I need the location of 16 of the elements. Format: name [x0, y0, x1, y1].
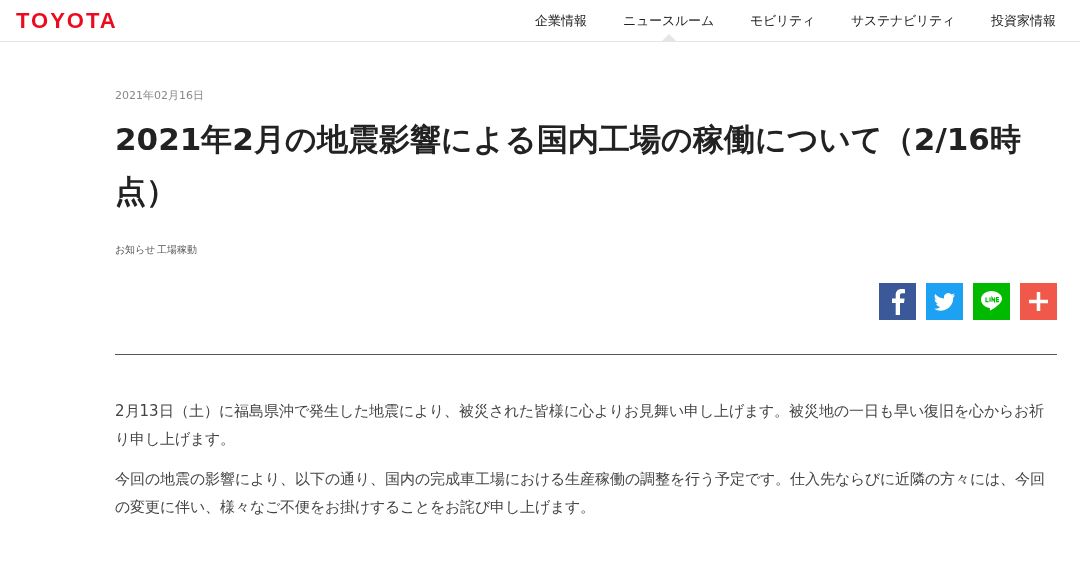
article-date: 2021年02月16日: [115, 88, 205, 103]
paragraph: 2月13日（土）に福島県沖で発生した地震により、被災された皆様に心よりお見舞い申し上げます。被災地の一日も早い復旧を心からお祈り申し上げます。: [115, 401, 1045, 450]
plus-share-icon[interactable]: [1020, 283, 1057, 320]
nav-link[interactable]: モビリティ: [750, 0, 815, 41]
tag-link[interactable]: お知らせ: [115, 243, 155, 257]
nav-link[interactable]: 投資家情報: [991, 0, 1056, 41]
tag-link[interactable]: 工場稼動: [157, 243, 197, 257]
paragraph: 今回の地震の影響により、以下の通り、国内の完成車工場における生産稼働の調整を行う予定です。仕入先ならびに近隣の方々には、今回の変更に伴い、様々なご不便をお掛けすることをお詫び申し上げます。: [115, 469, 1046, 518]
facebook-share-icon[interactable]: [879, 283, 916, 320]
nav-link[interactable]: サステナビリティ: [851, 0, 955, 41]
logo[interactable]: TOYOTA: [16, 7, 118, 34]
nav-link[interactable]: ニュースルーム: [623, 0, 714, 41]
nav-link[interactable]: 企業情報: [535, 0, 587, 41]
article-title: 2021年2月の地震影響による国内工場の稼働について（2/16時点）: [115, 120, 1022, 211]
twitter-share-icon[interactable]: [926, 283, 963, 320]
line-share-icon[interactable]: [973, 283, 1010, 320]
